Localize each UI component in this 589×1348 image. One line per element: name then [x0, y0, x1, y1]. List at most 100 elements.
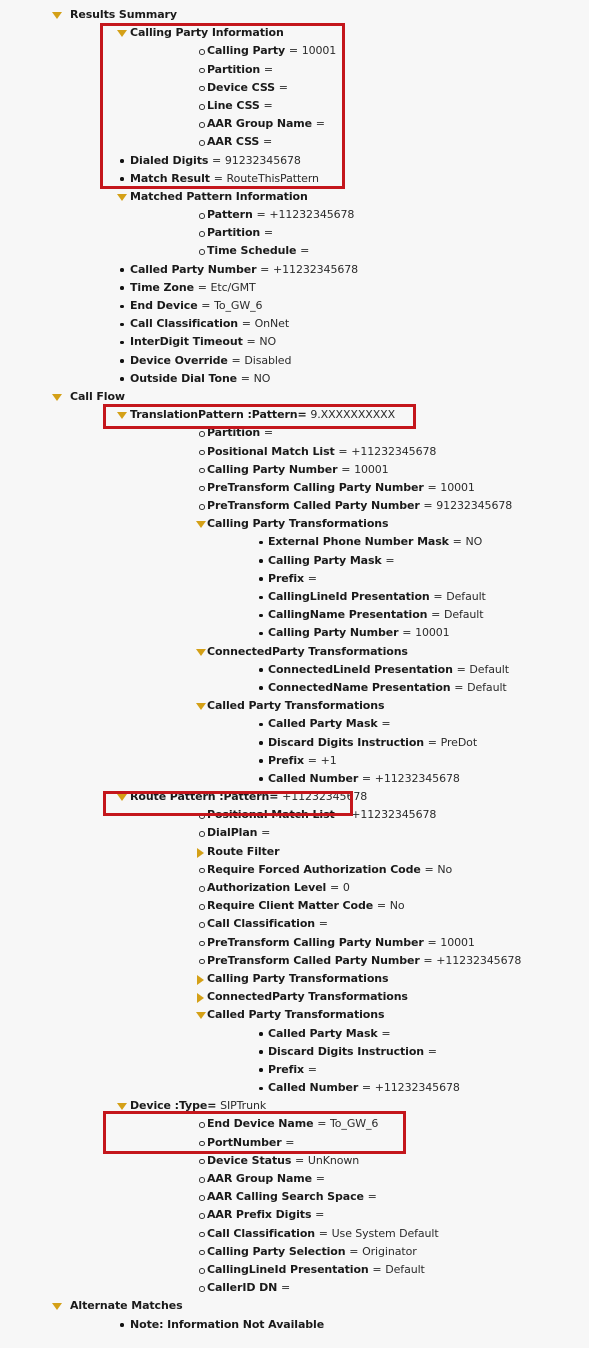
tree-row-label: Called Number — [268, 1081, 359, 1095]
chevron-down-icon[interactable] — [52, 12, 62, 19]
tree-row-text: Call Classification = — [207, 915, 328, 933]
tree-row: Note: Information Not Available — [0, 1316, 589, 1334]
chevron-right-icon[interactable] — [197, 847, 204, 858]
tree-row-label: Alternate Matches — [70, 1299, 183, 1313]
tree-row-text: Calling Party Transformations — [207, 970, 389, 988]
tree-row-text: Partition = — [207, 224, 273, 242]
chevron-right-icon[interactable] — [197, 974, 204, 985]
tree-row: PreTransform Calling Party Number = 1000… — [0, 934, 589, 952]
chevron-down-icon[interactable] — [117, 30, 127, 38]
chevron-down-icon[interactable] — [117, 794, 127, 802]
bullet-filled-icon — [120, 304, 124, 308]
tree-row-text: Called Party Mask = — [268, 1025, 391, 1043]
bullet-hollow-icon — [199, 813, 205, 819]
chevron-down-icon[interactable] — [117, 1103, 127, 1111]
tree-row-equals: = — [278, 80, 288, 94]
tree-row-text: CallerID DN = — [207, 1279, 290, 1297]
tree-row-value: +11232345678 — [436, 953, 522, 967]
bullet-hollow-icon — [199, 922, 205, 928]
tree-row: Called Party Number = +11232345678 — [0, 261, 589, 279]
chevron-down-icon[interactable] — [196, 521, 206, 529]
tree-row-text: Results Summary — [70, 6, 177, 24]
tree-row: Called Party Transformations — [0, 1006, 589, 1024]
tree-row-label: Time Schedule — [207, 244, 297, 258]
tree-row-text: Call Flow — [70, 388, 125, 406]
tree-row-equals: = — [456, 662, 466, 676]
tree-row-text: Called Number = +11232345678 — [268, 770, 460, 788]
dna-results-tree: Results Summary Calling Party Information… — [0, 0, 589, 1334]
tree-row-label: Called Number — [268, 771, 359, 785]
tree-row-label: Calling Party Transformations — [207, 517, 389, 531]
tree-row-equals: = — [427, 735, 437, 749]
tree-row-label: Discard Digits Instruction — [268, 1044, 425, 1058]
tree-row: Called Number = +11232345678 — [0, 1079, 589, 1097]
tree-row-label: Call Classification — [130, 317, 239, 331]
chevron-down-icon[interactable] — [52, 393, 62, 401]
tree-row: Call Classification = OnNet — [0, 315, 589, 333]
tree-row-text: CallingLineId Presentation = Default — [268, 588, 486, 606]
tree-row: Calling Party Mask = — [0, 552, 589, 570]
tree-row-text: ConnectedName Presentation = Default — [268, 679, 507, 697]
tree-row-text: Require Forced Authorization Code = No — [207, 861, 452, 879]
tree-row-text: Prefix = +1 — [268, 752, 337, 770]
tree-row: Discard Digits Instruction = — [0, 1043, 589, 1061]
tree-row-equals: = — [423, 953, 433, 967]
tree-row: End Device = To_GW_6 — [0, 297, 589, 315]
tree-row-text: Note: Information Not Available — [130, 1316, 324, 1334]
tree-row-equals: = — [260, 262, 270, 276]
tree-row: Positional Match List = +11232345678 — [0, 806, 589, 824]
tree-row: Matched Pattern Information — [0, 188, 589, 206]
bullet-hollow-icon — [199, 85, 205, 92]
tree-row-text: Called Party Mask = — [268, 715, 391, 733]
chevron-down-icon[interactable] — [117, 412, 127, 420]
tree-row: Positional Match List = +11232345678 — [0, 443, 589, 461]
tree-row-equals: = — [241, 317, 251, 331]
tree-row-equals: = — [300, 244, 310, 258]
tree-row-equals: = — [349, 1244, 359, 1258]
tree-row-text: CallingLineId Presentation = Default — [207, 1261, 425, 1279]
tree-row: Route Filter — [0, 843, 589, 861]
tree-row: Device Override = Disabled — [0, 352, 589, 370]
tree-row-value: No — [389, 899, 405, 913]
bullet-hollow-icon — [199, 103, 205, 110]
tree-row-text: AAR Prefix Digits = — [207, 1206, 324, 1224]
tree-row-label: Device Status — [207, 1153, 292, 1167]
tree-row-value: Default — [443, 608, 484, 622]
tree-row: Call Flow — [0, 388, 589, 406]
bullet-hollow-icon — [199, 940, 205, 947]
bullet-hollow-icon — [199, 485, 205, 492]
bullet-hollow-icon — [199, 213, 205, 219]
chevron-down-icon[interactable] — [196, 703, 206, 711]
tree-row-text: Match Result = RouteThisPattern — [130, 170, 319, 188]
tree-row-equals: = — [240, 371, 250, 385]
tree-row: Partition = — [0, 424, 589, 442]
chevron-right-icon[interactable] — [197, 993, 204, 1004]
chevron-down-icon[interactable] — [196, 1012, 206, 1020]
tree-row-value: +11232345678 — [374, 771, 460, 785]
tree-row-equals: = — [452, 535, 462, 549]
tree-row-value: 10001 — [301, 44, 337, 58]
tree-row-value: NO — [259, 335, 277, 349]
tree-row-equals: = — [423, 499, 433, 513]
tree-row-label: Require Client Matter Code — [207, 899, 374, 913]
chevron-down-icon[interactable] — [196, 648, 206, 656]
tree-row-label: Prefix — [268, 571, 304, 585]
chevron-down-icon[interactable] — [117, 193, 127, 201]
bullet-hollow-icon — [199, 1195, 205, 1201]
tree-row-equals: = — [424, 862, 434, 876]
tree-row: Prefix = — [0, 1061, 589, 1079]
tree-row-label: Discard Digits Instruction — [268, 735, 425, 749]
tree-row-label: Outside Dial Tone — [130, 371, 238, 385]
tree-row-label: Partition — [207, 426, 261, 440]
tree-row-equals: = — [381, 1026, 391, 1040]
tree-row: Called Party Mask = — [0, 715, 589, 733]
tree-row-label: PreTransform Called Party Number — [207, 953, 420, 967]
tree-row-equals: = — [318, 917, 328, 931]
tree-row-text: Called Number = +11232345678 — [268, 1079, 460, 1097]
chevron-down-icon[interactable] — [52, 1303, 62, 1311]
bullet-hollow-icon — [199, 904, 205, 910]
tree-row-label: Call Flow — [70, 389, 125, 403]
tree-row-equals: = — [454, 680, 464, 694]
tree-row: Match Result = RouteThisPattern — [0, 170, 589, 188]
tree-row-text: ConnectedLineId Presentation = Default — [268, 661, 509, 679]
